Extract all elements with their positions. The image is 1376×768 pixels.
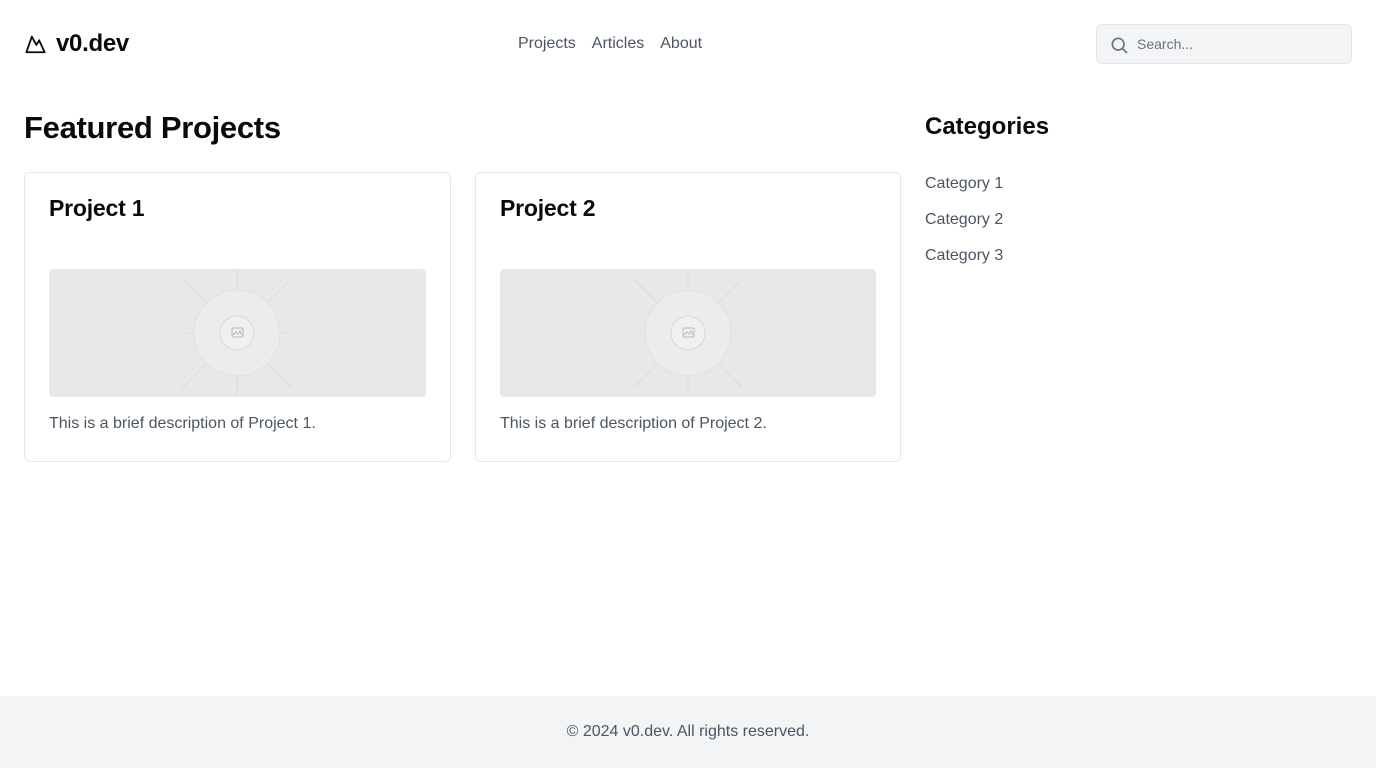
copyright-text: © 2024 v0.dev. All rights reserved. <box>566 723 810 740</box>
category-link-2[interactable]: Category 2 <box>925 211 1003 228</box>
page: v0.dev Projects Articles About Featured … <box>0 0 1376 768</box>
category-link-1[interactable]: Category 1 <box>925 175 1003 192</box>
site-footer: © 2024 v0.dev. All rights reserved. <box>0 696 1376 768</box>
main-nav: Projects Articles About <box>518 33 702 55</box>
nav-link-projects[interactable]: Projects <box>518 35 576 53</box>
category-list: Category 1 Category 2 Category 3 <box>925 174 1003 282</box>
page-title: Featured Projects <box>24 110 281 145</box>
project-card[interactable]: Project 2 This is a brief description of… <box>475 172 901 462</box>
search-box <box>1096 24 1352 64</box>
list-item: Category 3 <box>925 246 1003 282</box>
mountain-icon <box>25 35 46 54</box>
search-icon <box>1111 37 1128 54</box>
project-card[interactable]: Project 1 This is a brief description of… <box>24 172 451 462</box>
site-header: v0.dev Projects Articles About <box>0 0 1376 88</box>
brand-name: v0.dev <box>56 30 129 57</box>
list-item: Category 2 <box>925 210 1003 246</box>
project-title: Project 2 <box>500 195 596 221</box>
project-image <box>500 269 876 397</box>
nav-link-articles[interactable]: Articles <box>592 35 644 53</box>
category-link-3[interactable]: Category 3 <box>925 247 1003 264</box>
project-image <box>49 269 426 397</box>
list-item: Category 1 <box>925 174 1003 210</box>
project-description: This is a brief description of Project 1… <box>49 415 316 432</box>
nav-link-about[interactable]: About <box>660 35 702 53</box>
project-title: Project 1 <box>49 195 145 221</box>
project-description: This is a brief description of Project 2… <box>500 415 767 432</box>
search-input[interactable] <box>1137 26 1337 62</box>
sidebar-title: Categories <box>925 113 1050 140</box>
brand-link[interactable]: v0.dev <box>24 30 129 58</box>
image-placeholder-icon <box>181 269 293 397</box>
image-placeholder-icon <box>632 269 744 397</box>
